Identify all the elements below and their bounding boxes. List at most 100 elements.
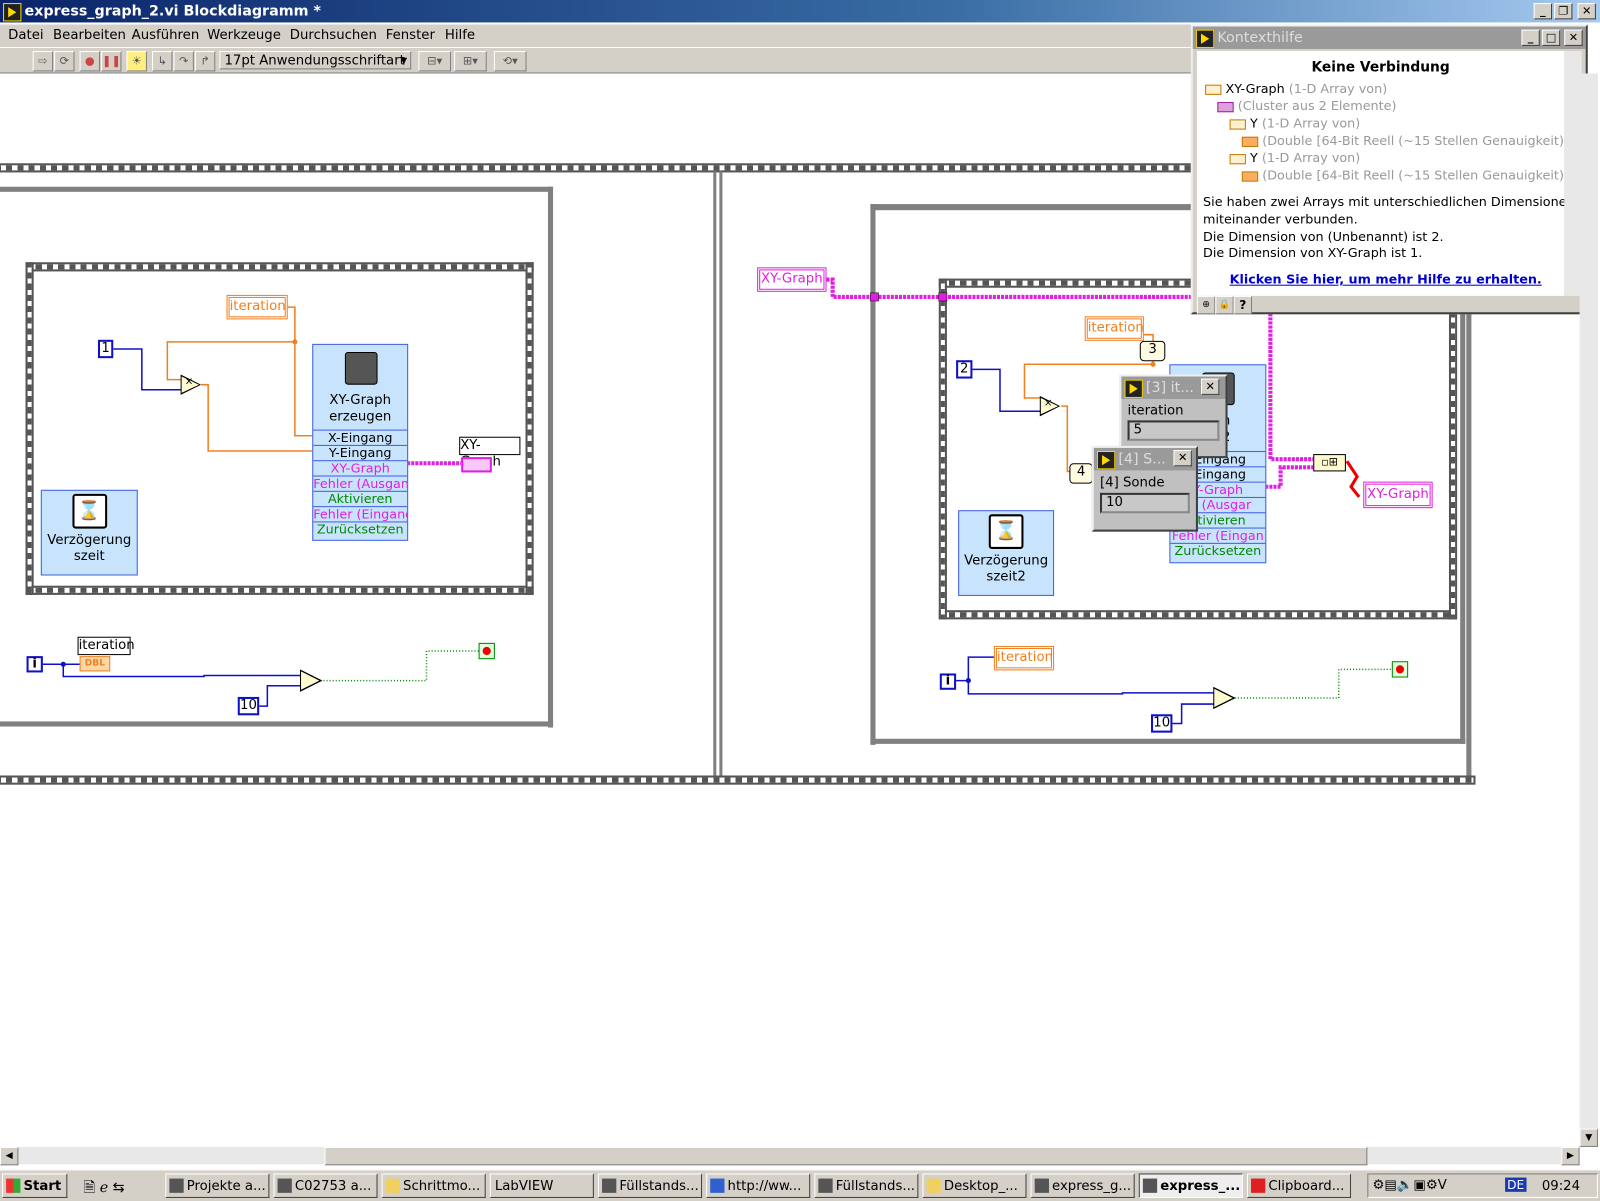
- stop-condition-icon[interactable]: [478, 642, 495, 660]
- help-icon[interactable]: ?: [1233, 295, 1253, 315]
- menu-fenster[interactable]: Fenster: [386, 28, 435, 43]
- step-out-icon[interactable]: ↱: [194, 51, 216, 72]
- reorder-icon[interactable]: ⟲▾: [493, 51, 527, 72]
- help-minimize-button[interactable]: _: [1521, 29, 1540, 46]
- taskbar-item[interactable]: C02753 a...: [273, 1173, 378, 1198]
- menu-ausfuehren[interactable]: Ausführen: [132, 28, 200, 43]
- graph-indicator-terminal[interactable]: [461, 457, 492, 473]
- pause-icon[interactable]: ❚❚: [101, 51, 122, 72]
- align-objects-icon[interactable]: ⊟▾: [418, 51, 452, 72]
- taskbar-item[interactable]: Clipboard...: [1246, 1173, 1352, 1198]
- minimize-button[interactable]: _: [1533, 3, 1553, 20]
- abort-icon[interactable]: ●: [79, 51, 100, 72]
- wire-const-multiply[interactable]: [113, 348, 184, 391]
- show-optional-terminals-icon[interactable]: ⊕: [1196, 295, 1216, 315]
- delay-express-vi-2[interactable]: ⌛ Verzögerung szeit2: [958, 510, 1055, 596]
- terminal-x-input[interactable]: X-Eingang: [313, 429, 408, 445]
- numeric-constant-two[interactable]: 2: [956, 360, 973, 379]
- probe-label-4[interactable]: 4: [1069, 463, 1093, 484]
- restore-button[interactable]: ❐: [1554, 3, 1573, 20]
- quicklaunch-icons[interactable]: 🗎 ℯ ⇆: [84, 1177, 125, 1201]
- vertical-scrollbar[interactable]: ▼: [1579, 73, 1598, 1147]
- delay-express-vi[interactable]: ⌛ Verzögerung szeit: [40, 489, 138, 576]
- iteration-indicator-terminal[interactable]: DBL: [79, 656, 111, 672]
- step-into-icon[interactable]: ↳: [152, 51, 173, 72]
- lock-icon[interactable]: 🔒: [1215, 295, 1234, 315]
- distribute-objects-icon[interactable]: ⊞▾: [454, 51, 487, 72]
- taskbar-item[interactable]: express_g...: [1030, 1173, 1135, 1198]
- wire-ten-right[interactable]: [1172, 703, 1215, 725]
- probe-4-close-button[interactable]: ✕: [1173, 449, 1192, 467]
- taskbar-item[interactable]: Füllstands...: [814, 1173, 919, 1198]
- wire-const2[interactable]: [971, 368, 1041, 412]
- menu-durchsuchen[interactable]: Durchsuchen: [290, 28, 377, 43]
- terminal-error-out[interactable]: Fehler (Ausgang: [313, 475, 408, 491]
- menu-hilfe[interactable]: Hilfe: [445, 28, 475, 43]
- wire-i-local[interactable]: [967, 656, 995, 681]
- close-button[interactable]: ✕: [1577, 3, 1596, 20]
- wire-graph-out-right[interactable]: [1265, 465, 1314, 489]
- terminal-y-input[interactable]: Y-Eingang: [313, 444, 408, 460]
- tray-icons[interactable]: ⚙▤🔈▣⚙V: [1372, 1178, 1446, 1193]
- probe-window-4[interactable]: [4] S... ✕ [4] Sonde 10: [1091, 445, 1198, 532]
- start-button[interactable]: Start: [2, 1173, 68, 1198]
- taskbar-item-active[interactable]: express_...: [1138, 1173, 1243, 1198]
- taskbar-item[interactable]: http://ww...: [706, 1173, 811, 1198]
- menu-datei[interactable]: Datei: [8, 28, 43, 43]
- probe-3-close-button[interactable]: ✕: [1201, 378, 1220, 395]
- terminal-reset[interactable]: Zurücksetzen: [313, 521, 408, 536]
- stop-condition-icon[interactable]: [1391, 661, 1409, 678]
- wire-i-compare-right[interactable]: [955, 679, 1215, 695]
- taskbar-item[interactable]: Projekte a...: [165, 1173, 270, 1198]
- probe-3-titlebar[interactable]: [3] it... ✕: [1121, 376, 1226, 399]
- scroll-right-icon[interactable]: ▶: [1561, 1146, 1580, 1166]
- language-indicator[interactable]: DE: [1505, 1177, 1527, 1192]
- iteration-terminal[interactable]: i: [26, 656, 43, 673]
- context-help-window[interactable]: Kontexthilfe _ □ ✕ Keine Verbindung XY-G…: [1190, 24, 1588, 315]
- build-array-node[interactable]: ▫⊞: [1313, 454, 1346, 472]
- iteration-local-variable-bottom[interactable]: iteration: [993, 645, 1055, 671]
- wire-stop-right[interactable]: [1234, 668, 1392, 699]
- help-close-button[interactable]: ✕: [1564, 29, 1583, 46]
- taskbar-item[interactable]: Desktop_...: [922, 1173, 1027, 1198]
- probe-4-titlebar[interactable]: [4] S... ✕: [1093, 447, 1196, 471]
- terminal-reset[interactable]: Zurücksetzen: [1170, 542, 1266, 558]
- probe-label-3[interactable]: 3: [1139, 340, 1166, 362]
- numeric-constant-ten-right[interactable]: 10: [1151, 714, 1173, 733]
- run-continuously-icon[interactable]: ⟳: [54, 51, 75, 72]
- iteration-local-variable[interactable]: iteration: [226, 294, 288, 320]
- help-maximize-button[interactable]: □: [1541, 29, 1561, 46]
- wire-y-right[interactable]: [1061, 405, 1092, 473]
- menu-bearbeiten[interactable]: Bearbeiten: [53, 28, 126, 43]
- probe-3-label: iteration: [1127, 403, 1184, 419]
- taskbar-item[interactable]: LabVIEW: [489, 1173, 594, 1198]
- wire-y-input[interactable]: [201, 383, 315, 452]
- terminal-xy-graph[interactable]: XY-Graph: [313, 460, 408, 475]
- graph-local-variable[interactable]: XY-Graph: [757, 267, 827, 292]
- graph-indicator-right[interactable]: XY-Graph: [1363, 481, 1433, 509]
- terminal-error-in[interactable]: Fehler (Eingang: [313, 506, 408, 521]
- numeric-constant-ten[interactable]: 10: [237, 696, 260, 716]
- iteration-local-variable-right[interactable]: iteration: [1084, 316, 1144, 341]
- scroll-thumb[interactable]: [324, 1146, 1368, 1166]
- terminal-enable[interactable]: Aktivieren: [313, 490, 408, 506]
- taskbar-item[interactable]: Füllstands...: [597, 1173, 703, 1198]
- express-vi-xy-graph[interactable]: XY-Graph erzeugen X-Eingang Y-Eingang XY-…: [312, 343, 409, 541]
- step-over-icon[interactable]: ↷: [173, 51, 194, 72]
- taskbar-item[interactable]: Schrittmo...: [381, 1173, 486, 1198]
- menu-werkzeuge[interactable]: Werkzeuge: [207, 28, 281, 43]
- wire-stop[interactable]: [320, 650, 479, 682]
- highlight-execution-icon[interactable]: ☀: [126, 51, 147, 72]
- horizontal-scrollbar[interactable]: ◀ ▶: [0, 1146, 1580, 1166]
- scroll-left-icon[interactable]: ◀: [0, 1146, 19, 1166]
- scroll-down-icon[interactable]: ▼: [1579, 1128, 1598, 1147]
- iteration-terminal-right[interactable]: i: [939, 673, 957, 690]
- probe-3-title: [3] it...: [1145, 379, 1194, 396]
- more-help-link[interactable]: Klicken Sie hier, um mehr Hilfe zu erhal…: [1230, 271, 1542, 286]
- font-select[interactable]: 17pt Anwendungsschriftart ▾: [219, 51, 412, 70]
- broken-wire[interactable]: [1345, 460, 1361, 498]
- run-icon[interactable]: ⇨: [32, 51, 54, 72]
- context-help-titlebar[interactable]: Kontexthilfe _ □ ✕: [1192, 26, 1586, 49]
- wire-ten-compare[interactable]: [258, 684, 302, 707]
- numeric-constant[interactable]: 1: [97, 339, 114, 359]
